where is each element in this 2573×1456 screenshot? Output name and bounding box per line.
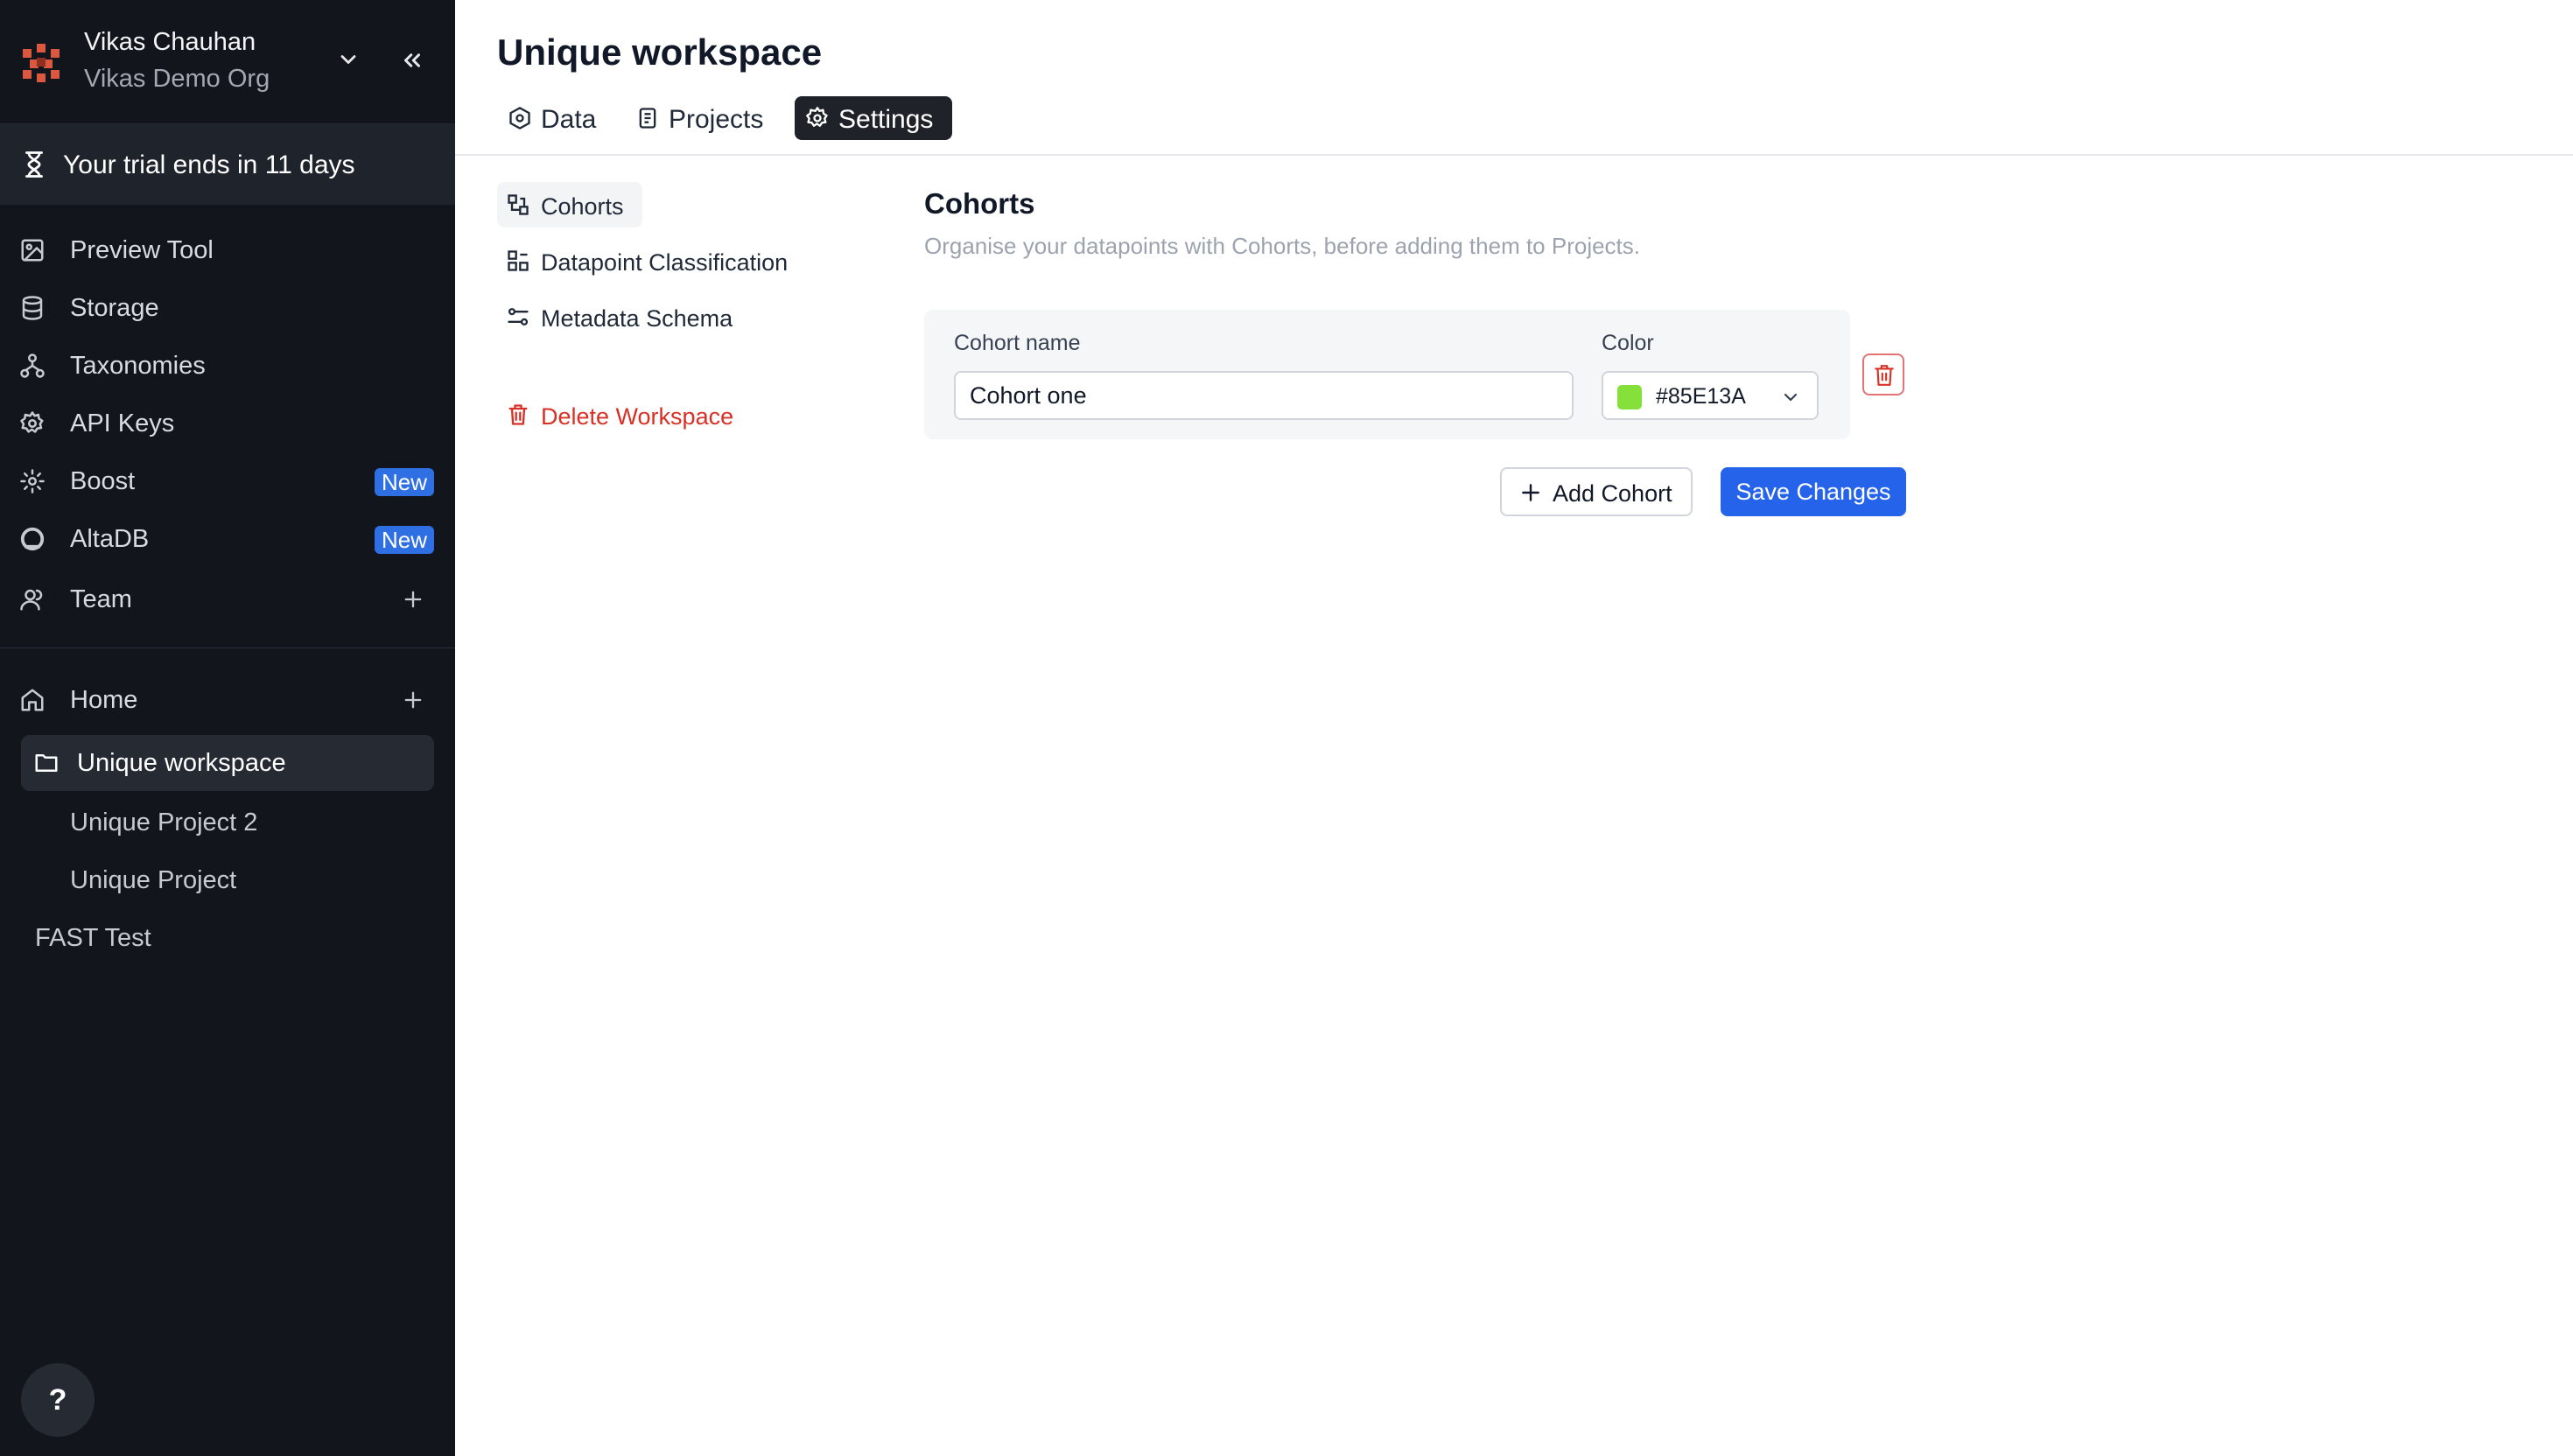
schema-icon <box>508 308 529 326</box>
main-content: Unique workspace Data Projects Settings … <box>455 0 2573 1456</box>
altadb-icon <box>20 527 45 551</box>
tab-data[interactable]: Data <box>497 96 611 140</box>
sidebar-item-storage[interactable]: Storage <box>0 282 455 334</box>
chevron-down-icon <box>1784 393 1798 402</box>
sparkle-icon <box>20 469 45 494</box>
add-team-icon[interactable] <box>401 587 425 612</box>
database-icon <box>22 296 43 320</box>
tabs-divider <box>455 154 2573 156</box>
trial-text: Your trial ends in 11 days <box>63 150 355 179</box>
app-logo <box>23 44 60 82</box>
sidebar-item-api-keys[interactable]: API Keys <box>0 397 455 450</box>
tab-label: Data <box>541 105 597 134</box>
sidebar-project-unique-project[interactable]: Unique Project <box>70 866 236 895</box>
color-select[interactable]: #85E13A <box>1602 371 1819 420</box>
sidebar-project-unique-project-2[interactable]: Unique Project 2 <box>70 808 257 837</box>
cohorts-icon <box>508 194 529 215</box>
sidebar-item-preview-tool[interactable]: Preview Tool <box>0 224 455 276</box>
tab-label: Settings <box>838 105 934 134</box>
cohort-name-label: Cohort name <box>954 331 1081 355</box>
cohort-row: Cohort name Color #85E13A <box>924 310 1850 439</box>
settings-nav-label: Cohorts <box>541 193 624 220</box>
delete-workspace-label: Delete Workspace <box>541 403 734 430</box>
section-title: Cohorts <box>924 187 1035 220</box>
tab-label: Projects <box>669 105 764 134</box>
user-icon <box>20 589 43 611</box>
sidebar-item-label: AltaDB <box>70 525 150 553</box>
trial-banner[interactable]: Your trial ends in 11 days <box>0 124 455 205</box>
hierarchy-icon <box>20 354 45 378</box>
sidebar-item-label: Preview Tool <box>70 236 214 264</box>
sidebar-item-label: Team <box>70 585 132 613</box>
color-value: #85E13A <box>1656 384 1746 409</box>
org-name: Vikas Demo Org <box>84 65 270 93</box>
sidebar-item-label: Boost <box>70 467 136 495</box>
sidebar-item-label: Unique workspace <box>77 749 286 777</box>
section-description: Organise your datapoints with Cohorts, b… <box>924 233 1640 259</box>
cohort-name-input[interactable] <box>954 371 1574 420</box>
user-name: Vikas Chauhan <box>84 28 256 56</box>
settings-nav-label: Datapoint Classification <box>541 249 789 276</box>
add-workspace-icon[interactable] <box>401 688 425 712</box>
color-swatch <box>1617 385 1642 410</box>
settings-nav-datapoint-classification[interactable]: Datapoint Classification <box>497 238 830 284</box>
help-button[interactable]: ? <box>21 1363 95 1437</box>
sidebar-item-team[interactable]: Team <box>0 573 455 626</box>
new-badge: New <box>374 526 434 554</box>
save-changes-button[interactable]: Save Changes <box>1721 467 1906 516</box>
data-icon <box>509 107 530 130</box>
trash-icon <box>508 404 528 425</box>
sidebar-item-label: API Keys <box>70 410 175 438</box>
delete-cohort-button[interactable] <box>1862 354 1904 396</box>
sidebar-item-label: Home <box>70 686 138 714</box>
org-switcher[interactable]: Vikas Chauhan Vikas Demo Org <box>0 0 455 124</box>
tab-settings[interactable]: Settings <box>795 96 952 140</box>
sidebar-item-altadb[interactable]: AltaDB New <box>0 513 455 565</box>
collapse-sidebar-icon[interactable] <box>399 47 425 74</box>
gear-icon <box>806 107 828 127</box>
delete-workspace-button[interactable]: Delete Workspace <box>497 392 760 438</box>
page-title: Unique workspace <box>497 32 823 73</box>
home-icon <box>21 689 44 711</box>
sidebar-item-label: Taxonomies <box>70 352 206 380</box>
hourglass-icon <box>25 151 43 178</box>
settings-nav-cohorts[interactable]: Cohorts <box>497 182 642 228</box>
tab-projects[interactable]: Projects <box>625 96 774 140</box>
folder-icon <box>35 754 58 772</box>
plus-icon <box>1522 484 1539 501</box>
chevron-down-icon[interactable] <box>336 47 361 72</box>
settings-nav-label: Metadata Schema <box>541 305 733 332</box>
preview-icon <box>21 239 44 262</box>
classification-icon <box>508 250 529 271</box>
color-label: Color <box>1602 331 1654 355</box>
gear-icon <box>20 411 44 433</box>
sidebar-item-taxonomies[interactable]: Taxonomies <box>0 340 455 392</box>
sidebar-item-boost[interactable]: Boost New <box>0 455 455 508</box>
document-icon <box>639 108 656 129</box>
sidebar-item-fast-test[interactable]: FAST Test <box>35 924 151 953</box>
settings-nav-metadata-schema[interactable]: Metadata Schema <box>497 294 760 340</box>
add-cohort-button[interactable]: Add Cohort <box>1500 467 1693 516</box>
new-badge: New <box>374 468 434 496</box>
sidebar-item-label: Storage <box>70 294 159 322</box>
add-cohort-label: Add Cohort <box>1553 480 1672 507</box>
sidebar: Vikas Chauhan Vikas Demo Org Your trial … <box>0 0 455 1456</box>
sidebar-item-unique-workspace[interactable]: Unique workspace <box>21 735 434 791</box>
sidebar-item-home[interactable]: Home <box>0 674 455 726</box>
trash-icon <box>1875 365 1894 386</box>
